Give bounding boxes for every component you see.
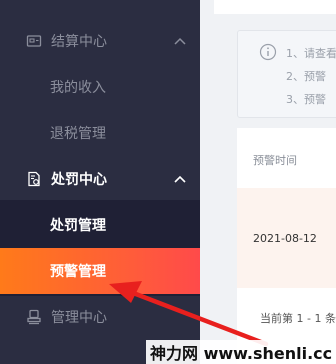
sidebar-item-tax-refund[interactable]: 退税管理	[0, 110, 200, 156]
sidebar-group-management[interactable]: 管理中心	[0, 294, 200, 340]
sidebar-group-penalty-label: 处罚中心	[51, 172, 107, 188]
top-bar	[214, 0, 336, 14]
notice-box: 1、请查看 2、预警 3、预警	[237, 30, 336, 118]
notice-line: 3、预警	[286, 93, 326, 106]
sidebar-item-label: 处罚管理	[50, 218, 106, 234]
sidebar-item-warning-management[interactable]: 预警管理	[0, 248, 200, 294]
warning-table-panel: 预警时间 2021-08-12 当前第 1 - 1 条	[237, 128, 336, 364]
notice-line: 2、预警	[286, 70, 326, 83]
column-header-warning-time: 预警时间	[253, 154, 297, 167]
info-icon	[259, 43, 277, 61]
stamp-icon	[26, 309, 42, 325]
chevron-up-icon[interactable]	[172, 171, 188, 187]
sidebar-item-penalty-management[interactable]: 处罚管理	[0, 202, 200, 248]
pagination-text: 当前第 1 - 1 条	[260, 312, 336, 325]
table-cell-warning-time: 2021-08-12	[253, 232, 317, 245]
sidebar-group-penalty[interactable]: 处罚中心	[0, 156, 200, 202]
document-gear-icon	[26, 171, 42, 187]
sidebar-item-label: 预警管理	[50, 264, 106, 280]
sidebar-item-label: 我的收入	[50, 80, 106, 96]
sidebar-group-management-label: 管理中心	[51, 310, 107, 326]
chevron-up-icon[interactable]	[172, 33, 188, 49]
invoice-icon	[26, 33, 42, 49]
watermark: 神力网 www.shenli.cc	[146, 340, 336, 364]
sidebar-item-my-income[interactable]: 我的收入	[0, 64, 200, 110]
sidebar: 结算中心 我的收入 退税管理 处罚中心 处罚管理 预警管理 管理中心	[0, 0, 200, 364]
notice-line: 1、请查看	[286, 47, 336, 60]
main-content: 1、请查看 2、预警 3、预警 预警时间 2021-08-12 当前第 1 - …	[200, 0, 336, 364]
sidebar-group-settlement-label: 结算中心	[51, 34, 107, 50]
sidebar-group-settlement[interactable]: 结算中心	[0, 18, 200, 64]
sidebar-item-label: 退税管理	[50, 126, 106, 142]
